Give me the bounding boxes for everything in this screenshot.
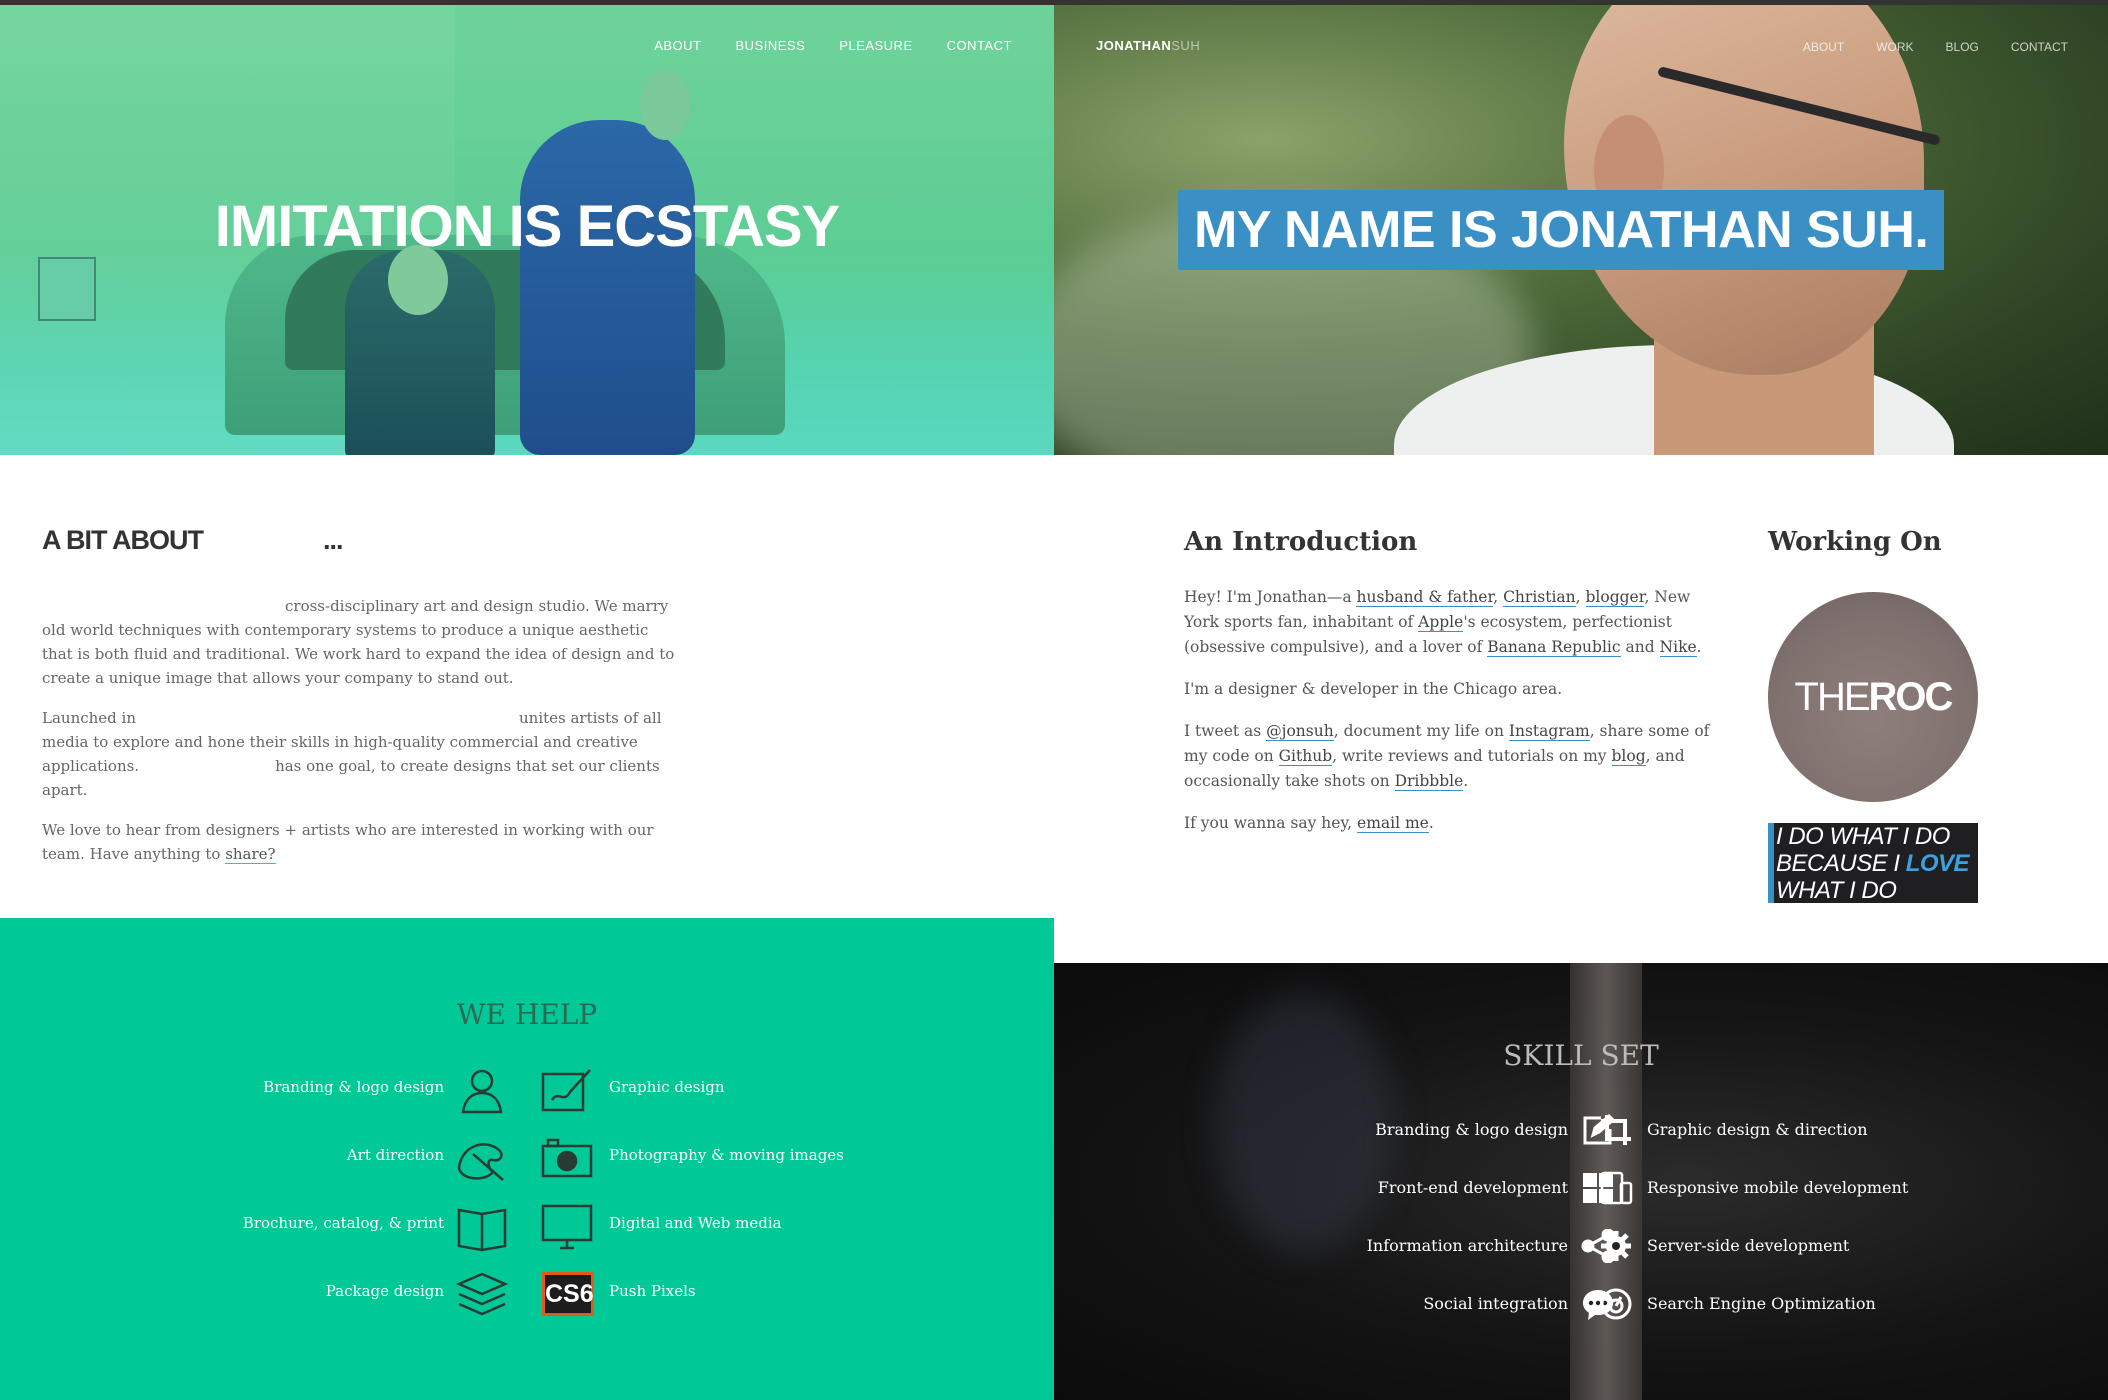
skill-item: Front-end development bbox=[1377, 1178, 1568, 1197]
open-book-icon bbox=[455, 1202, 509, 1252]
skill-row: Front-end development Responsive mobile … bbox=[1054, 1168, 2108, 1208]
layers-stack-icon bbox=[455, 1270, 509, 1320]
working-on-section: Working On THEROC I DO WHAT I DO BECAUSE… bbox=[1768, 527, 1998, 904]
christian-link[interactable]: Christian bbox=[1503, 588, 1576, 607]
right-hero: JONATHANSUH ABOUT WORK BLOG CONTACT MY N… bbox=[1054, 5, 2108, 455]
introduction-section: An Introduction Hey! I'm Jonathan—a husb… bbox=[1184, 527, 1714, 836]
nav-contact[interactable]: CONTACT bbox=[947, 38, 1012, 53]
about-heading: A BIT ABOUT ... bbox=[42, 525, 343, 555]
help-item: Digital and Web media bbox=[609, 1214, 782, 1232]
site-logo[interactable]: JONATHANSUH bbox=[1096, 38, 1200, 53]
right-nav: ABOUT WORK BLOG CONTACT bbox=[1771, 40, 2068, 54]
about-paragraph-2: Launched in unites artists of all media t… bbox=[42, 709, 662, 799]
dribbble-link[interactable]: Dribbble bbox=[1394, 772, 1464, 791]
intro-paragraph-1: Hey! I'm Jonathan—a husband & father, Ch… bbox=[1184, 588, 1702, 657]
help-item: Branding & logo design bbox=[263, 1078, 444, 1096]
the-roc-logo[interactable]: THEROC bbox=[1768, 592, 1978, 802]
hero-title: MY NAME IS JONATHAN SUH. bbox=[1178, 190, 1945, 270]
nav-blog[interactable]: BLOG bbox=[1946, 40, 1979, 54]
person-bust-icon bbox=[455, 1066, 509, 1116]
nav-about[interactable]: ABOUT bbox=[1803, 40, 1844, 54]
skill-item: Responsive mobile development bbox=[1647, 1178, 1909, 1197]
about-paragraph-3: We love to hear from designers + artists… bbox=[42, 821, 654, 864]
we-help-section: WE HELP Branding & logo design Graphic d… bbox=[0, 918, 1054, 1400]
help-item: Push Pixels bbox=[609, 1282, 696, 1300]
help-row: Brochure, catalog, & print Digital and W… bbox=[0, 1202, 1054, 1252]
about-paragraph-1: cross-disciplinary art and design studio… bbox=[42, 597, 675, 687]
blogger-link[interactable]: blogger bbox=[1585, 588, 1645, 607]
nav-pleasure[interactable]: PLEASURE bbox=[839, 38, 912, 53]
left-site: ABOUT BUSINESS PLEASURE CONTACT IMITATIO… bbox=[0, 5, 1054, 1400]
hero-title: IMITATION IS ECSTASY bbox=[214, 194, 840, 259]
help-item: Brochure, catalog, & print bbox=[242, 1214, 444, 1232]
cs6-icon: CS6 bbox=[542, 1272, 594, 1316]
monitor-icon bbox=[540, 1202, 594, 1252]
working-on-heading: Working On bbox=[1768, 527, 1942, 557]
blog-link[interactable]: blog bbox=[1611, 747, 1646, 766]
skill-item: Server-side development bbox=[1647, 1236, 1850, 1255]
help-item: Art direction bbox=[346, 1146, 444, 1164]
nav-business[interactable]: BUSINESS bbox=[736, 38, 806, 53]
intro-paragraph-4: If you wanna say hey, email me. bbox=[1184, 814, 1434, 833]
speedometer-icon bbox=[1599, 1287, 1633, 1321]
instagram-link[interactable]: Instagram bbox=[1508, 722, 1590, 741]
paint-palette-icon bbox=[455, 1134, 509, 1184]
skill-item: Branding & logo design bbox=[1375, 1120, 1568, 1139]
help-row: Package design CS6 Push Pixels bbox=[0, 1270, 1054, 1320]
skill-set-heading: SKILL SET bbox=[1503, 1039, 1659, 1072]
nike-link[interactable]: Nike bbox=[1659, 638, 1697, 657]
banana-republic-link[interactable]: Banana Republic bbox=[1487, 638, 1621, 657]
we-help-heading: WE HELP bbox=[456, 998, 598, 1031]
gear-icon bbox=[1599, 1229, 1633, 1263]
help-item: Graphic design bbox=[609, 1078, 725, 1096]
skill-item: Search Engine Optimization bbox=[1647, 1294, 1876, 1313]
nav-work[interactable]: WORK bbox=[1876, 40, 1913, 54]
right-site: JONATHANSUH ABOUT WORK BLOG CONTACT MY N… bbox=[1054, 5, 2108, 1400]
skill-row: Information architecture Server-side dev… bbox=[1054, 1226, 2108, 1266]
help-item: Photography & moving images bbox=[609, 1146, 844, 1164]
twitter-link[interactable]: @jonsuh bbox=[1266, 722, 1334, 741]
left-nav: ABOUT BUSINESS PLEASURE CONTACT bbox=[620, 38, 1012, 53]
skill-item: Graphic design & direction bbox=[1647, 1120, 1868, 1139]
about-section: A BIT ABOUT ... cross-disciplinary art a… bbox=[42, 525, 682, 866]
skill-set-section: SKILL SET Branding & logo design Graphic… bbox=[1054, 963, 2108, 1400]
quote-banner[interactable]: I DO WHAT I DO BECAUSE I LOVE WHAT I DO bbox=[1768, 823, 1978, 904]
nav-about[interactable]: ABOUT bbox=[654, 38, 701, 53]
share-link[interactable]: share? bbox=[225, 845, 276, 864]
skill-item: Information architecture bbox=[1366, 1236, 1568, 1255]
intro-paragraph-3: I tweet as @jonsuh, document my life on … bbox=[1184, 722, 1710, 791]
skill-item: Social integration bbox=[1423, 1294, 1568, 1313]
devices-icon bbox=[1599, 1171, 1633, 1205]
help-row: Art direction Photography & moving image… bbox=[0, 1134, 1054, 1184]
email-link[interactable]: email me bbox=[1357, 814, 1429, 833]
pen-on-canvas-icon bbox=[540, 1066, 594, 1116]
crop-icon bbox=[1599, 1113, 1633, 1147]
skill-row: Social integration Search Engine Optimiz… bbox=[1054, 1284, 2108, 1324]
skill-row: Branding & logo design Graphic design & … bbox=[1054, 1110, 2108, 1150]
introduction-heading: An Introduction bbox=[1184, 527, 1418, 557]
help-item: Package design bbox=[325, 1282, 444, 1300]
camera-icon bbox=[540, 1134, 594, 1184]
husband-father-link[interactable]: husband & father bbox=[1356, 588, 1494, 607]
nav-contact[interactable]: CONTACT bbox=[2011, 40, 2068, 54]
apple-link[interactable]: Apple bbox=[1418, 613, 1464, 632]
github-link[interactable]: Github bbox=[1278, 747, 1333, 766]
help-row: Branding & logo design Graphic design bbox=[0, 1066, 1054, 1116]
woman-figure-image bbox=[520, 120, 695, 455]
left-hero: ABOUT BUSINESS PLEASURE CONTACT IMITATIO… bbox=[0, 5, 1054, 455]
intro-paragraph-2: I'm a designer & developer in the Chicag… bbox=[1184, 680, 1563, 698]
warning-sign-image bbox=[38, 257, 96, 321]
